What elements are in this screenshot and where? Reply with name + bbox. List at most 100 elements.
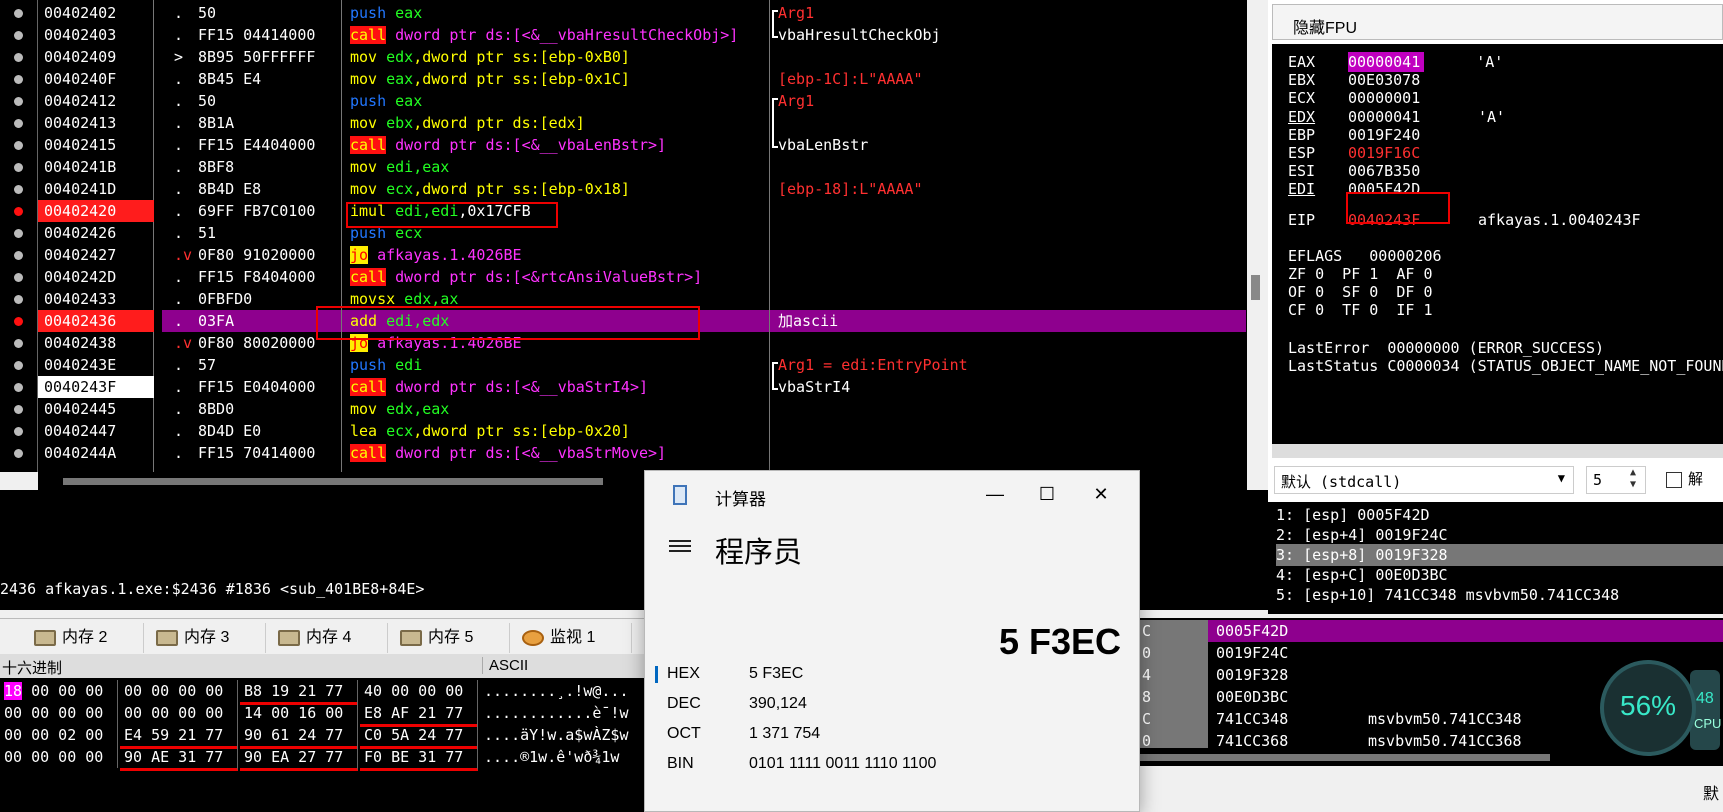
stack-arguments-list[interactable]: 1: [esp] 0005F42D 2: [esp+4] 0019F24C 3: [… [1268,502,1723,614]
stack-argument-item[interactable]: 4: [esp+C] 00E0D3BC [1276,564,1723,586]
dump-group[interactable]: 90 EA 27 77 [240,746,358,771]
cpu-usage-widget[interactable]: 48 CPU 56% [1600,660,1721,760]
breakpoint-icon[interactable] [14,207,23,216]
line-dot-icon[interactable] [14,361,23,370]
instruction-cell[interactable]: mov ecx,dword ptr ss:[ebp-0x18] [342,178,769,200]
dump-group[interactable]: 00 00 00 00 [0,702,118,724]
register-value[interactable]: 0067B350 [1348,161,1478,181]
line-dot-icon[interactable] [14,75,23,84]
lock-checkbox[interactable] [1666,472,1682,488]
line-dot-icon[interactable] [14,97,23,106]
instruction-cell[interactable]: push edi [342,354,769,376]
instruction-cell[interactable]: mov eax,dword ptr ss:[ebp-0x1C] [342,68,769,90]
radix-row-hex[interactable]: HEX 5 F3EC [655,659,1127,689]
line-dot-icon[interactable] [14,163,23,172]
address-cell[interactable]: 00402433 [38,288,154,310]
line-dot-icon[interactable] [14,339,23,348]
address-cell[interactable]: 00402447 [38,420,154,442]
instruction-cell[interactable]: call dword ptr ds:[<&__vbaLenBstr>] [342,134,769,156]
line-dot-icon[interactable] [14,141,23,150]
instruction-cell[interactable]: mov edx,eax [342,398,769,420]
instruction-cell[interactable]: call dword ptr ds:[<&rtcAnsiValueBstr>] [342,266,769,288]
dump-group[interactable]: 00 00 00 00 [120,680,238,702]
breakpoint-icon[interactable] [14,317,23,326]
address-cell[interactable]: 00402436 [38,310,154,332]
stack-argument-item[interactable]: 1: [esp] 0005F42D [1276,504,1723,526]
disasm-vertical-scrollbar[interactable] [1247,0,1265,490]
register-row[interactable]: ESP 0019F16C [1288,143,1478,163]
registers-panel[interactable]: 隐藏FPU EAX 00000041 'A' EBX 00E03078 ECX 000000… [1268,0,1723,458]
register-row[interactable]: EBP 0019F240 [1288,125,1478,145]
instruction-cell[interactable]: mov ebx,dword ptr ds:[edx] [342,112,769,134]
dump-group[interactable]: 00 00 00 00 [0,746,118,768]
flags-row[interactable]: ZF 0 PF 1 AF 0 [1288,264,1433,284]
register-value[interactable]: 0005F42D [1348,179,1478,199]
registers-scrollbar[interactable] [1272,444,1723,458]
address-cell[interactable]: 00402420 [38,200,154,222]
stack-row[interactable]: C 0005F42D [1140,620,1723,642]
register-value[interactable]: 0040243F [1348,210,1478,230]
address-cell[interactable]: 00402403 [38,24,154,46]
dump-group[interactable]: 14 00 16 00 [240,702,358,724]
instruction-cell[interactable]: mov edi,eax [342,156,769,178]
register-value[interactable]: 00000041 [1348,107,1478,127]
tab-memory-5[interactable]: 内存 5 [394,623,510,653]
arg-count-spinner[interactable]: ▲ ▼ [1620,467,1646,493]
line-dot-icon[interactable] [14,31,23,40]
radix-row-bin[interactable]: BIN 0101 1111 0011 1110 1100 [667,749,1127,779]
address-cell[interactable]: 00402413 [38,112,154,134]
line-dot-icon[interactable] [14,383,23,392]
tab-memory-2[interactable]: 内存 2 [28,623,144,653]
line-dot-icon[interactable] [14,185,23,194]
instruction-cell[interactable]: call dword ptr ds:[<&__vbaStrI4>] [342,376,769,398]
radix-row-dec[interactable]: DEC 390,124 [667,689,1127,719]
calculator-window[interactable]: 计算器 — ☐ ✕ 程序员 5 F3EC HEX 5 F3EC DEC 390,124… [644,470,1140,812]
dump-group[interactable]: 18 00 00 00 [0,680,118,702]
instruction-cell[interactable]: call dword ptr ds:[<&__vbaStrMove>] [342,442,769,464]
register-row[interactable]: EDX 00000041 'A' [1288,107,1505,127]
dump-group[interactable]: 90 AE 31 77 [120,746,238,771]
instruction-cell[interactable]: jo afkayas.1.4026BE [342,332,769,354]
register-value[interactable]: 00000041 [1348,52,1425,72]
register-value[interactable]: 0019F240 [1348,125,1478,145]
line-dot-icon[interactable] [14,273,23,282]
register-row[interactable]: EBX 00E03078 [1288,70,1478,90]
tab-watch-1[interactable]: 监视 1 [516,623,632,653]
address-cell[interactable]: 00402409 [38,46,154,68]
line-dot-icon[interactable] [14,405,23,414]
disassembly-view[interactable]: 00402402 00402403 00402409 0040240F 00402412… [0,0,1247,472]
breakpoint-gutter[interactable] [0,0,38,472]
tab-memory-4[interactable]: 内存 4 [272,623,388,653]
address-cell[interactable]: 0040241B [38,156,154,178]
address-cell[interactable]: 00402445 [38,398,154,420]
address-cell[interactable]: 00402402 [38,2,154,24]
register-value[interactable]: 0019F16C [1348,143,1478,163]
address-cell[interactable]: 0040243E [38,354,154,376]
dump-row[interactable]: 00 00 02 00 E4 59 21 77 90 61 24 77 C0 5A 2… [0,724,660,749]
dump-row[interactable]: 00 00 00 00 90 AE 31 77 90 EA 27 77 F0 BE 3… [0,746,660,771]
register-row[interactable]: EDI 0005F42D [1288,179,1478,199]
line-dot-icon[interactable] [14,295,23,304]
address-cell[interactable]: 0040244A [38,442,154,464]
instruction-cell[interactable]: movsx edx,ax [342,288,769,310]
instruction-cell[interactable]: call dword ptr ds:[<&__vbaHresultCheckOb… [342,24,769,46]
address-cell[interactable]: 00402438 [38,332,154,354]
dump-group[interactable]: 40 00 00 00 [360,680,478,702]
address-cell[interactable]: 0040240F [38,68,154,90]
address-cell[interactable]: 0040243F [38,376,154,398]
address-cell[interactable]: 00402412 [38,90,154,112]
stack-argument-item[interactable]: 5: [esp+10] 741CC348 msvbvm50.741CC348 [1276,584,1723,606]
flags-row[interactable]: CF 0 TF 0 IF 1 [1288,300,1433,320]
radix-row-oct[interactable]: OCT 1 371 754 [667,719,1127,749]
tab-memory-3[interactable]: 内存 3 [150,623,266,653]
instruction-cell[interactable]: mov edx,dword ptr ss:[ebp-0xB0] [342,46,769,68]
stack-argument-item[interactable]: 2: [esp+4] 0019F24C [1276,524,1723,546]
instruction-cell[interactable]: add edi,edx [342,310,769,332]
register-value[interactable]: 00000001 [1348,88,1478,108]
dump-group[interactable]: 00 00 02 00 [0,724,118,746]
instruction-cell[interactable]: lea ecx,dword ptr ss:[ebp-0x20] [342,420,769,442]
address-cell[interactable]: 0040242D [38,266,154,288]
memory-dump[interactable]: 十六进制 ASCII 18 00 00 00 00 00 00 00 B8 19 2… [0,654,660,812]
register-row[interactable]: ECX 00000001 [1288,88,1478,108]
instruction-cell[interactable]: jo afkayas.1.4026BE [342,244,769,266]
